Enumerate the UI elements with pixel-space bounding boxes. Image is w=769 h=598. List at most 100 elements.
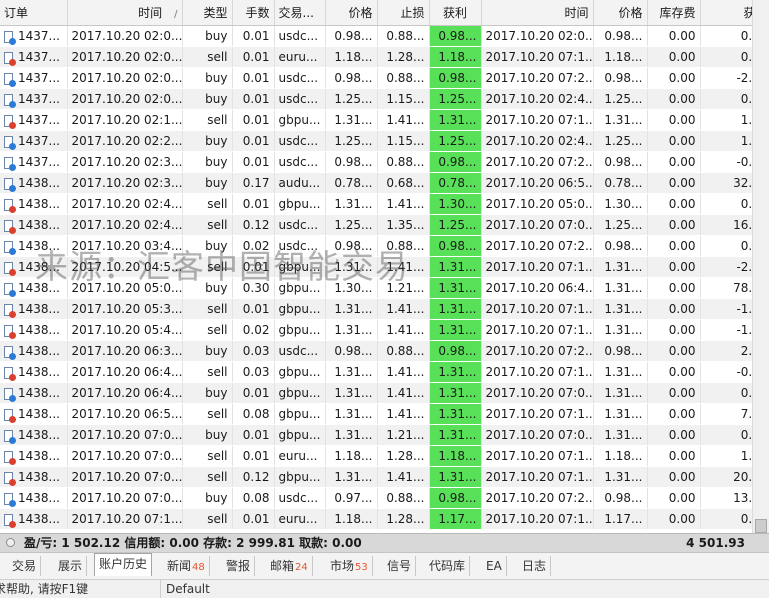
- table-row[interactable]: 1438... 2017.10.20 05:4... sell 0.02 gbpu...…: [0, 319, 769, 341]
- summary-circle-icon: [6, 538, 15, 547]
- order-number: 1437...: [18, 155, 60, 169]
- table-row[interactable]: 1437... 2017.10.20 02:0... buy 0.01 usdc... 0…: [0, 67, 769, 89]
- tab-10[interactable]: EA: [482, 556, 507, 576]
- col-header-close-time[interactable]: 时间: [481, 0, 594, 26]
- table-row[interactable]: 1438... 2017.10.20 07:1... sell 0.01 euru...…: [0, 508, 769, 530]
- lots-cell: 0.01: [232, 193, 275, 215]
- symbol-cell: usdc...: [274, 67, 326, 89]
- type-cell: buy: [182, 67, 233, 89]
- order-status-dot-icon: [9, 373, 16, 381]
- table-row[interactable]: 1438... 2017.10.20 04:5... sell 0.01 gbpu...…: [0, 256, 769, 278]
- take-profit-cell: 0.98...: [429, 25, 482, 47]
- close-time-cell: 2017.10.20 07:0...: [481, 424, 594, 446]
- close-price-cell: 1.31...: [593, 256, 648, 278]
- col-header-take-profit[interactable]: 获利: [429, 0, 482, 26]
- col-header-lots[interactable]: 手数: [232, 0, 275, 26]
- tab-3[interactable]: 账户历史: [94, 553, 153, 576]
- stop-loss-cell: 1.28...: [377, 508, 430, 530]
- col-header-type[interactable]: 类型: [182, 0, 233, 26]
- table-row[interactable]: 1438... 2017.10.20 07:0... buy 0.01 gbpu... 1…: [0, 424, 769, 446]
- summary-total: 4 501.93: [686, 536, 745, 550]
- table-row[interactable]: 1438... 2017.10.20 02:3... buy 0.17 audu... 0…: [0, 172, 769, 194]
- tab-6[interactable]: 邮箱24: [266, 556, 313, 576]
- close-price-cell: 1.31...: [593, 109, 648, 131]
- close-time-cell: 2017.10.20 07:2...: [481, 151, 594, 173]
- vertical-scrollbar[interactable]: [752, 0, 769, 533]
- lots-cell: 0.01: [232, 424, 275, 446]
- history-table: 订单 时间/ 类型 手数 交易... 价格 止损 获利 时间 价格 库存费 获利…: [0, 0, 769, 530]
- tab-7[interactable]: 市场53: [326, 556, 373, 576]
- close-price-cell: 1.18...: [593, 46, 648, 68]
- close-price-cell: 1.17...: [593, 508, 648, 530]
- tab-4[interactable]: 新闻48: [163, 556, 210, 576]
- table-row[interactable]: 1438... 2017.10.20 02:4... sell 0.12 usdc...…: [0, 214, 769, 236]
- order-cell: 1438...: [0, 403, 68, 425]
- col-header-order[interactable]: 订单: [0, 0, 68, 26]
- table-row[interactable]: 1437... 2017.10.20 02:3... buy 0.01 usdc... 0…: [0, 151, 769, 173]
- table-row[interactable]: 1438... 2017.10.20 05:3... sell 0.01 gbpu...…: [0, 298, 769, 320]
- table-row[interactable]: 1438... 2017.10.20 06:3... buy 0.03 usdc... 0…: [0, 340, 769, 362]
- open-price-cell: 0.97...: [325, 487, 378, 509]
- tab-9[interactable]: 代码库: [425, 556, 471, 576]
- open-time-cell: 2017.10.20 06:3...: [67, 340, 183, 362]
- summary-bar: 盈/亏: 1 502.12 信用额: 0.00 存款: 2 999.81 取款:…: [0, 533, 769, 552]
- type-cell: buy: [182, 151, 233, 173]
- swap-cell: 0.00: [647, 466, 701, 488]
- table-row[interactable]: 1438... 2017.10.20 05:0... buy 0.30 gbpu... 1…: [0, 277, 769, 299]
- table-row[interactable]: 1438... 2017.10.20 07:0... sell 0.12 gbpu...…: [0, 466, 769, 488]
- tab-label: 市场: [330, 559, 355, 573]
- tab-label: 信号: [387, 559, 412, 573]
- stop-loss-cell: 1.28...: [377, 46, 430, 68]
- table-row[interactable]: 1437... 2017.10.20 02:1... sell 0.01 gbpu...…: [0, 109, 769, 131]
- close-time-cell: 2017.10.20 07:1...: [481, 109, 594, 131]
- col-header-open-price[interactable]: 价格: [325, 0, 378, 26]
- open-time-cell: 2017.10.20 02:1...: [67, 109, 183, 131]
- symbol-cell: usdc...: [274, 25, 326, 47]
- type-cell: buy: [182, 235, 233, 257]
- tab-2[interactable]: 展示: [54, 556, 88, 576]
- symbol-cell: gbpu...: [274, 466, 326, 488]
- open-time-cell: 2017.10.20 02:0...: [67, 25, 183, 47]
- tab-11[interactable]: 日志: [518, 556, 552, 576]
- table-row[interactable]: 1437... 2017.10.20 02:0... sell 0.01 euru...…: [0, 46, 769, 68]
- order-number: 1437...: [18, 29, 60, 43]
- lots-cell: 0.17: [232, 172, 275, 194]
- stop-loss-cell: 0.88...: [377, 487, 430, 509]
- table-row[interactable]: 1438... 2017.10.20 06:5... sell 0.08 gbpu...…: [0, 403, 769, 425]
- tab-8[interactable]: 信号: [383, 556, 417, 576]
- symbol-cell: gbpu...: [274, 382, 326, 404]
- type-cell: buy: [182, 88, 233, 110]
- order-status-dot-icon: [9, 394, 16, 402]
- col-header-swap[interactable]: 库存费: [647, 0, 701, 26]
- col-header-stop-loss[interactable]: 止损: [377, 0, 430, 26]
- open-price-cell: 0.98...: [325, 25, 378, 47]
- type-cell: sell: [182, 298, 233, 320]
- table-row[interactable]: 1438... 2017.10.20 02:4... sell 0.01 gbpu...…: [0, 193, 769, 215]
- status-divider: [160, 580, 161, 598]
- order-buy-icon: [4, 135, 16, 150]
- table-row[interactable]: 1437... 2017.10.20 02:2... buy 0.01 usdc... 1…: [0, 130, 769, 152]
- table-row[interactable]: 1438... 2017.10.20 07:0... buy 0.08 usdc... 0…: [0, 487, 769, 509]
- type-cell: buy: [182, 382, 233, 404]
- col-header-close-price[interactable]: 价格: [593, 0, 648, 26]
- col-header-open-time[interactable]: 时间 /: [67, 0, 183, 26]
- table-row[interactable]: 1438... 2017.10.20 03:4... buy 0.02 usdc... 0…: [0, 235, 769, 257]
- close-price-cell: 1.31...: [593, 403, 648, 425]
- table-row[interactable]: 1438... 2017.10.20 06:4... sell 0.03 gbpu...…: [0, 361, 769, 383]
- table-row[interactable]: 1437... 2017.10.20 02:0... buy 0.01 usdc... 1…: [0, 88, 769, 110]
- scrollbar-thumb[interactable]: [755, 519, 767, 533]
- take-profit-cell: 0.98...: [429, 67, 482, 89]
- stop-loss-cell: 1.28...: [377, 445, 430, 467]
- symbol-cell: usdc...: [274, 130, 326, 152]
- tab-5[interactable]: 警报: [222, 556, 256, 576]
- table-row[interactable]: 1437... 2017.10.20 02:0... buy 0.01 usdc... 0…: [0, 25, 769, 47]
- table-row[interactable]: 1438... 2017.10.20 07:0... sell 0.01 euru...…: [0, 445, 769, 467]
- order-status-dot-icon: [9, 142, 16, 150]
- table-row[interactable]: 1438... 2017.10.20 06:4... buy 0.01 gbpu... 1…: [0, 382, 769, 404]
- tab-1[interactable]: 交易: [8, 556, 42, 576]
- open-price-cell: 1.31...: [325, 256, 378, 278]
- swap-cell: 0.00: [647, 298, 701, 320]
- type-cell: buy: [182, 130, 233, 152]
- open-price-cell: 1.31...: [325, 109, 378, 131]
- col-header-symbol[interactable]: 交易...: [274, 0, 326, 26]
